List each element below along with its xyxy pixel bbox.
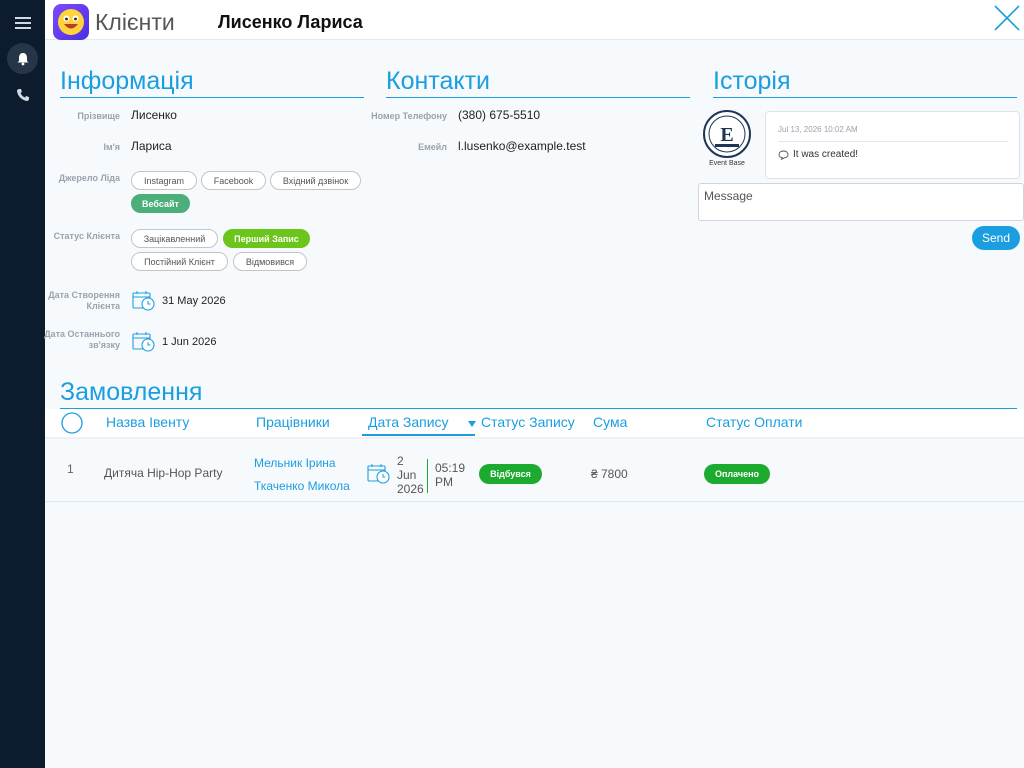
last-contact-label: Дата Останнього зв'язку — [44, 329, 120, 350]
col-event-name[interactable]: Назва Івенту — [106, 414, 189, 430]
name-label: Ім'я — [103, 142, 120, 152]
lead-source-website[interactable]: Вебсайт — [131, 194, 190, 213]
lead-source-label: Джерело Ліда — [58, 173, 120, 183]
row-staff-link[interactable]: Ткаченко Микола — [254, 479, 350, 493]
calendar-icon — [132, 332, 155, 352]
created-date-label: Дата Створення Клієнта — [48, 290, 120, 311]
menu-icon[interactable] — [7, 7, 38, 38]
module-title: Клієнти — [95, 9, 175, 35]
table-row[interactable]: 1 Дитяча Hip-Hop Party Мельник Ірина Тка… — [45, 445, 1024, 502]
col-amount[interactable]: Сума — [593, 414, 627, 430]
info-section-title: Інформація — [60, 67, 364, 98]
row-index: 1 — [67, 462, 74, 476]
col-booking-status[interactable]: Статус Запису — [481, 414, 575, 430]
sort-desc-icon[interactable] — [468, 421, 476, 427]
row-booking-status-badge: Відбувся — [479, 464, 542, 484]
email-value[interactable]: l.lusenko@example.test — [458, 139, 586, 153]
status-first-booking[interactable]: Перший Запис — [223, 229, 310, 248]
email-label: Емейл — [418, 142, 447, 152]
message-input[interactable]: Message — [698, 183, 1024, 221]
calendar-icon — [132, 291, 155, 311]
row-time: 05:19 PM — [435, 461, 466, 489]
history-entry: Jul 13, 2026 10:02 AM It was created! — [765, 111, 1020, 179]
svg-text:E: E — [720, 124, 733, 146]
sidebar — [0, 0, 45, 768]
last-contact-date-value: 1 Jun 2026 — [162, 336, 217, 348]
lead-source-incoming-call[interactable]: Вхідний дзвінок — [270, 171, 361, 190]
row-amount: ₴ 7800 — [591, 467, 628, 481]
status-label: Статус Клієнта — [53, 231, 120, 241]
lead-source-facebook[interactable]: Facebook — [201, 171, 266, 190]
history-entry-time: Jul 13, 2026 10:02 AM — [778, 125, 858, 134]
top-bar: Клієнти Лисенко Лариса — [45, 0, 1024, 40]
row-event-name: Дитяча Hip-Hop Party — [104, 466, 223, 480]
lead-source-instagram[interactable]: Instagram — [131, 171, 197, 190]
calendar-icon — [367, 464, 390, 484]
send-button[interactable]: Send — [972, 226, 1020, 250]
select-all-checkbox[interactable] — [61, 412, 83, 434]
surname-value: Лисенко — [131, 108, 177, 122]
phone-label: Номер Телефону — [371, 111, 447, 121]
orders-section-title: Замовлення — [60, 378, 1017, 409]
close-icon[interactable] — [993, 4, 1021, 32]
history-entry-text: It was created! — [793, 149, 859, 160]
avatar-caption: Event Base — [709, 160, 745, 167]
contacts-section-title: Контакти — [386, 67, 690, 98]
client-name: Лисенко Лариса — [218, 12, 363, 32]
name-value: Лариса — [131, 139, 172, 153]
history-section-title: Історія — [713, 67, 1017, 98]
created-date-value: 31 May 2026 — [162, 295, 226, 307]
app-logo — [53, 4, 89, 40]
surname-label: Прізвище — [77, 111, 120, 121]
status-refused[interactable]: Відмовився — [233, 252, 307, 271]
col-booking-date[interactable]: Дата Запису — [362, 414, 475, 436]
col-staff[interactable]: Працівники — [256, 414, 330, 430]
bell-icon[interactable] — [7, 43, 38, 74]
row-payment-status-badge: Оплачено — [704, 464, 770, 484]
row-staff-link[interactable]: Мельник Ірина — [254, 456, 336, 470]
status-interested[interactable]: Зацікавленний — [131, 229, 218, 248]
status-regular-client[interactable]: Постійний Клієнт — [131, 252, 228, 271]
phone-value[interactable]: (380) 675-5510 — [458, 108, 540, 122]
col-payment-status[interactable]: Статус Оплати — [706, 414, 803, 430]
row-date: 2 Jun 2026 — [397, 454, 424, 496]
phone-icon[interactable] — [7, 79, 38, 110]
event-base-avatar: E — [703, 110, 751, 158]
comment-icon — [778, 150, 789, 160]
